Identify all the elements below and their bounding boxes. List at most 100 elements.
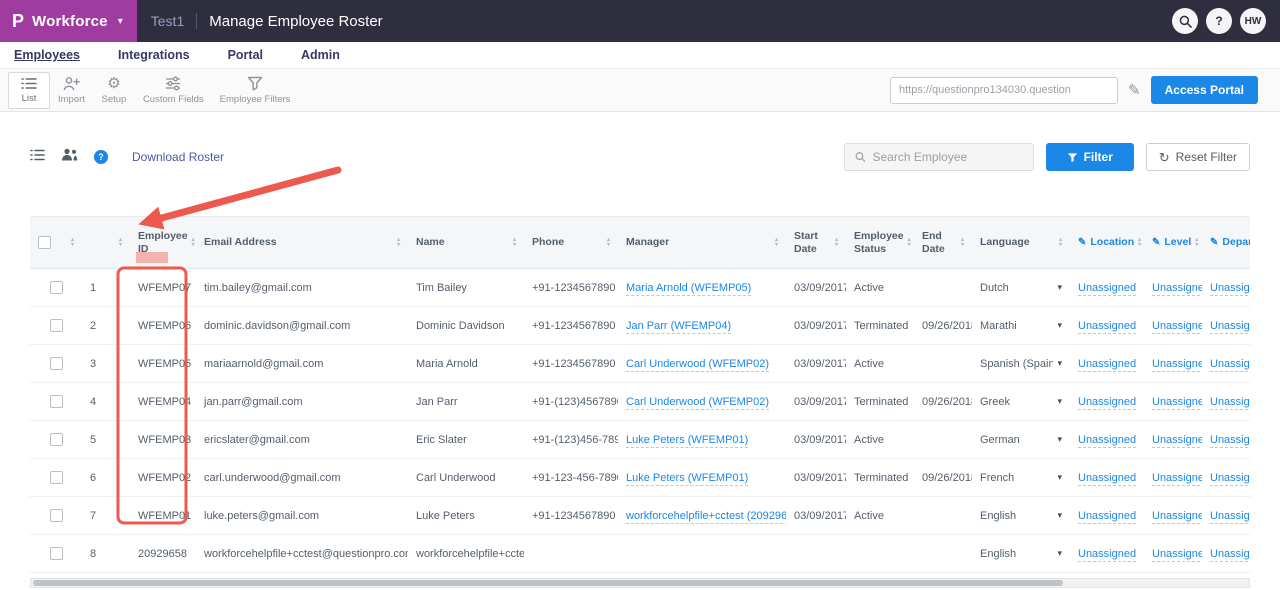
department-unassigned-link[interactable]: Unassigned [1210, 358, 1250, 372]
location-unassigned-link[interactable]: Unassigned [1078, 282, 1136, 296]
department-unassigned-link[interactable]: Unassigned [1210, 320, 1250, 334]
sort-icon[interactable]: ▴▾ [192, 238, 195, 248]
manager-link[interactable]: workforcehelpfile+cctest (20929658) [626, 510, 786, 524]
tool-item-employee-filters[interactable]: Employee Filters [212, 71, 299, 110]
row-checkbox[interactable] [50, 281, 63, 294]
row-checkbox[interactable] [50, 547, 63, 560]
workforce-brand-menu[interactable]: P Workforce ▾ [0, 0, 137, 42]
level-unassigned-link[interactable]: Unassigned [1152, 434, 1202, 448]
level-unassigned-link[interactable]: Unassigned [1152, 548, 1202, 562]
tool-item-list[interactable]: List [8, 72, 50, 109]
row-checkbox[interactable] [50, 433, 63, 446]
level-unassigned-link[interactable]: Unassigned [1152, 396, 1202, 410]
access-portal-button[interactable]: Access Portal [1151, 76, 1258, 104]
cell-phone: +91-1234567890 [524, 345, 618, 383]
row-checkbox[interactable] [50, 357, 63, 370]
sort-icon[interactable]: ▴▾ [908, 238, 911, 248]
manager-link[interactable]: Maria Arnold (WFEMP05) [626, 282, 751, 296]
location-unassigned-link[interactable]: Unassigned [1078, 396, 1136, 410]
nav-item-employees[interactable]: Employees [14, 48, 80, 62]
manager-link[interactable]: Luke Peters (WFEMP01) [626, 434, 748, 448]
cell-level: Unassigned [1144, 307, 1202, 345]
nav-item-integrations[interactable]: Integrations [118, 48, 190, 62]
department-unassigned-link[interactable]: Unassigned [1210, 434, 1250, 448]
project-link[interactable]: Test1 [151, 13, 184, 29]
manager-link[interactable]: Carl Underwood (WFEMP02) [626, 396, 769, 410]
sort-icon[interactable]: ▴▾ [1059, 238, 1062, 248]
download-roster-link[interactable]: Download Roster [132, 150, 224, 164]
sort-icon[interactable]: ▴▾ [513, 238, 516, 248]
filter-button[interactable]: Filter [1046, 143, 1134, 171]
language-select[interactable]: Marathi▾ [980, 320, 1062, 332]
cell-start-date: 03/09/2017 [786, 269, 846, 307]
sort-icon[interactable]: ▴▾ [1138, 238, 1141, 248]
reset-filter-button[interactable]: ↻ Reset Filter [1146, 143, 1250, 171]
editable-header[interactable]: ✎ Level [1152, 236, 1191, 249]
department-unassigned-link[interactable]: Unassigned [1210, 396, 1250, 410]
scrollbar-thumb[interactable] [33, 580, 1063, 586]
row-checkbox[interactable] [50, 395, 63, 408]
nav-item-portal[interactable]: Portal [228, 48, 263, 62]
search-employee-input[interactable] [872, 150, 1022, 164]
location-unassigned-link[interactable]: Unassigned [1078, 358, 1136, 372]
edit-url-pencil-icon[interactable]: ✎ [1128, 81, 1141, 99]
manager-link[interactable]: Jan Parr (WFEMP04) [626, 320, 731, 334]
sort-icon[interactable]: ▴▾ [119, 238, 122, 248]
tool-item-custom-fields[interactable]: Custom Fields [135, 71, 212, 110]
language-select[interactable]: Greek▾ [980, 396, 1062, 408]
level-unassigned-link[interactable]: Unassigned [1152, 358, 1202, 372]
sort-icon[interactable]: ▴▾ [775, 238, 778, 248]
sort-icon[interactable]: ▴▾ [835, 238, 838, 248]
help-button[interactable]: ? [1206, 8, 1232, 34]
sort-icon[interactable]: ▴▾ [397, 238, 400, 248]
level-unassigned-link[interactable]: Unassigned [1152, 320, 1202, 334]
cell-employee-status: Terminated [846, 459, 914, 497]
sort-icon[interactable]: ▴▾ [607, 238, 610, 248]
sort-icon[interactable]: ▴▾ [1195, 238, 1198, 248]
select-all-checkbox[interactable] [38, 236, 51, 249]
manager-link[interactable]: Luke Peters (WFEMP01) [626, 472, 748, 486]
org-view-icon[interactable] [61, 148, 78, 166]
location-unassigned-link[interactable]: Unassigned [1078, 472, 1136, 486]
department-unassigned-link[interactable]: Unassigned [1210, 510, 1250, 524]
language-select[interactable]: English▾ [980, 510, 1062, 522]
sort-icon[interactable]: ▴▾ [71, 238, 74, 248]
level-unassigned-link[interactable]: Unassigned [1152, 472, 1202, 486]
cell-end-date [914, 345, 972, 383]
location-unassigned-link[interactable]: Unassigned [1078, 510, 1136, 524]
language-select[interactable]: German▾ [980, 434, 1062, 446]
row-checkbox[interactable] [50, 471, 63, 484]
cell-phone: +91-1234567890 [524, 269, 618, 307]
level-unassigned-link[interactable]: Unassigned [1152, 282, 1202, 296]
cell-select [30, 269, 82, 307]
language-select[interactable]: Dutch▾ [980, 282, 1062, 294]
manager-link[interactable]: Carl Underwood (WFEMP02) [626, 358, 769, 372]
portal-url-input[interactable] [890, 77, 1118, 104]
cell-phone: +91-1234567890 [524, 497, 618, 535]
editable-header[interactable]: ✎ Department [1210, 236, 1250, 249]
language-select[interactable]: Spanish (Spain)▾ [980, 358, 1062, 370]
language-select[interactable]: French▾ [980, 472, 1062, 484]
level-unassigned-link[interactable]: Unassigned [1152, 510, 1202, 524]
roster-help-icon[interactable]: ? [94, 150, 108, 164]
cell-level: Unassigned [1144, 421, 1202, 459]
department-unassigned-link[interactable]: Unassigned [1210, 282, 1250, 296]
row-checkbox[interactable] [50, 319, 63, 332]
search-button[interactable] [1172, 8, 1198, 34]
row-checkbox[interactable] [50, 509, 63, 522]
tool-item-setup[interactable]: ⚙ Setup [93, 71, 135, 110]
location-unassigned-link[interactable]: Unassigned [1078, 548, 1136, 562]
department-unassigned-link[interactable]: Unassigned [1210, 548, 1250, 562]
tool-item-import[interactable]: Import [50, 71, 93, 110]
avatar[interactable]: HW [1240, 8, 1266, 34]
editable-header[interactable]: ✎ Location [1078, 236, 1134, 249]
horizontal-scrollbar[interactable] [30, 578, 1250, 588]
sort-icon[interactable]: ▴▾ [961, 238, 964, 248]
location-unassigned-link[interactable]: Unassigned [1078, 320, 1136, 334]
nav-item-admin[interactable]: Admin [301, 48, 340, 62]
location-unassigned-link[interactable]: Unassigned [1078, 434, 1136, 448]
cell-phone [524, 535, 618, 573]
department-unassigned-link[interactable]: Unassigned [1210, 472, 1250, 486]
list-view-icon[interactable] [30, 148, 45, 166]
language-select[interactable]: English▾ [980, 548, 1062, 560]
